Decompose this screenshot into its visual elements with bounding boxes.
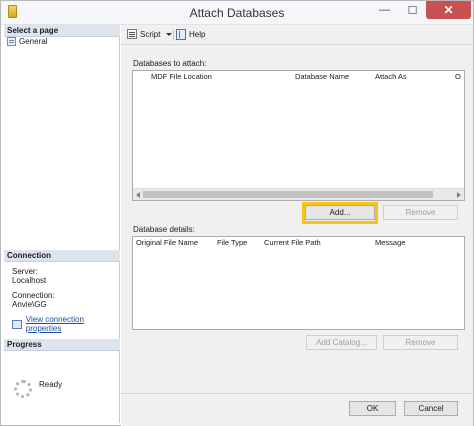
remove-button[interactable]: Remove xyxy=(383,205,458,220)
connection-value: Anvie\GG xyxy=(12,300,47,309)
column-current-file-path[interactable]: Current File Path xyxy=(264,238,321,247)
help-button[interactable]: Help xyxy=(176,29,205,40)
help-icon xyxy=(176,29,186,40)
column-original-file-name[interactable]: Original File Name xyxy=(136,238,198,247)
column-database-name[interactable]: Database Name xyxy=(295,72,349,81)
view-connection-properties-label: View connection properties xyxy=(25,315,84,333)
view-connection-properties-link[interactable]: View connection properties xyxy=(12,315,119,333)
scroll-left-icon[interactable] xyxy=(136,192,140,198)
details-grid-header: Original File Name File Type Current Fil… xyxy=(133,237,464,247)
attach-databases-dialog: Attach Databases — ☐ ✕ Select a page Gen… xyxy=(0,0,474,426)
page-icon xyxy=(7,37,16,46)
horizontal-scrollbar[interactable] xyxy=(133,188,464,200)
databases-to-attach-grid[interactable]: MDF File Location Database Name Attach A… xyxy=(132,70,465,201)
database-details-grid[interactable]: Original File Name File Type Current Fil… xyxy=(132,236,465,330)
title-bar: Attach Databases — ☐ ✕ xyxy=(1,1,473,25)
column-attach-as[interactable]: Attach As xyxy=(375,72,407,81)
connection-label: Connection: xyxy=(12,291,55,300)
column-owner[interactable]: O xyxy=(455,72,461,81)
scroll-thumb[interactable] xyxy=(143,191,433,198)
connection-properties-icon xyxy=(12,319,22,329)
progress-spinner-icon xyxy=(14,380,32,398)
left-panel: Select a page General Connection Server:… xyxy=(4,25,120,423)
cancel-button[interactable]: Cancel xyxy=(404,401,458,416)
script-icon xyxy=(127,29,137,39)
ok-button[interactable]: OK xyxy=(349,401,396,416)
script-label: Script xyxy=(140,29,161,39)
right-panel: Script Help Databases to attach: MDF Fil… xyxy=(121,25,473,393)
column-file-type[interactable]: File Type xyxy=(217,238,247,247)
progress-status: Ready xyxy=(39,380,63,389)
help-label: Help xyxy=(189,30,206,39)
add-catalog-button[interactable]: Add Catalog... xyxy=(306,335,377,350)
select-page-header: Select a page xyxy=(4,25,120,37)
progress-header: Progress xyxy=(4,339,120,351)
column-mdf-file-location[interactable]: MDF File Location xyxy=(151,72,212,81)
details-remove-button[interactable]: Remove xyxy=(383,335,458,350)
maximize-button[interactable]: ☐ xyxy=(400,1,425,19)
page-item-label: General xyxy=(19,37,48,46)
close-button[interactable]: ✕ xyxy=(426,1,471,19)
dialog-footer: OK Cancel xyxy=(121,393,473,426)
toolbar: Script Help xyxy=(121,25,473,45)
chevron-down-icon[interactable] xyxy=(166,32,173,36)
server-value: Localhost xyxy=(12,276,47,285)
database-details-label: Database details: xyxy=(133,225,195,234)
toolbar-separator xyxy=(173,30,174,41)
minimize-button[interactable]: — xyxy=(372,1,397,19)
server-label: Server: xyxy=(12,267,38,276)
column-message[interactable]: Message xyxy=(375,238,405,247)
script-button[interactable]: Script xyxy=(127,29,173,39)
grid-header: MDF File Location Database Name Attach A… xyxy=(133,71,464,81)
connection-header: Connection xyxy=(4,250,120,262)
page-item-general[interactable]: General xyxy=(7,37,47,46)
scroll-right-icon[interactable] xyxy=(457,192,461,198)
add-button[interactable]: Add... xyxy=(305,205,375,220)
databases-to-attach-label: Databases to attach: xyxy=(133,59,207,68)
